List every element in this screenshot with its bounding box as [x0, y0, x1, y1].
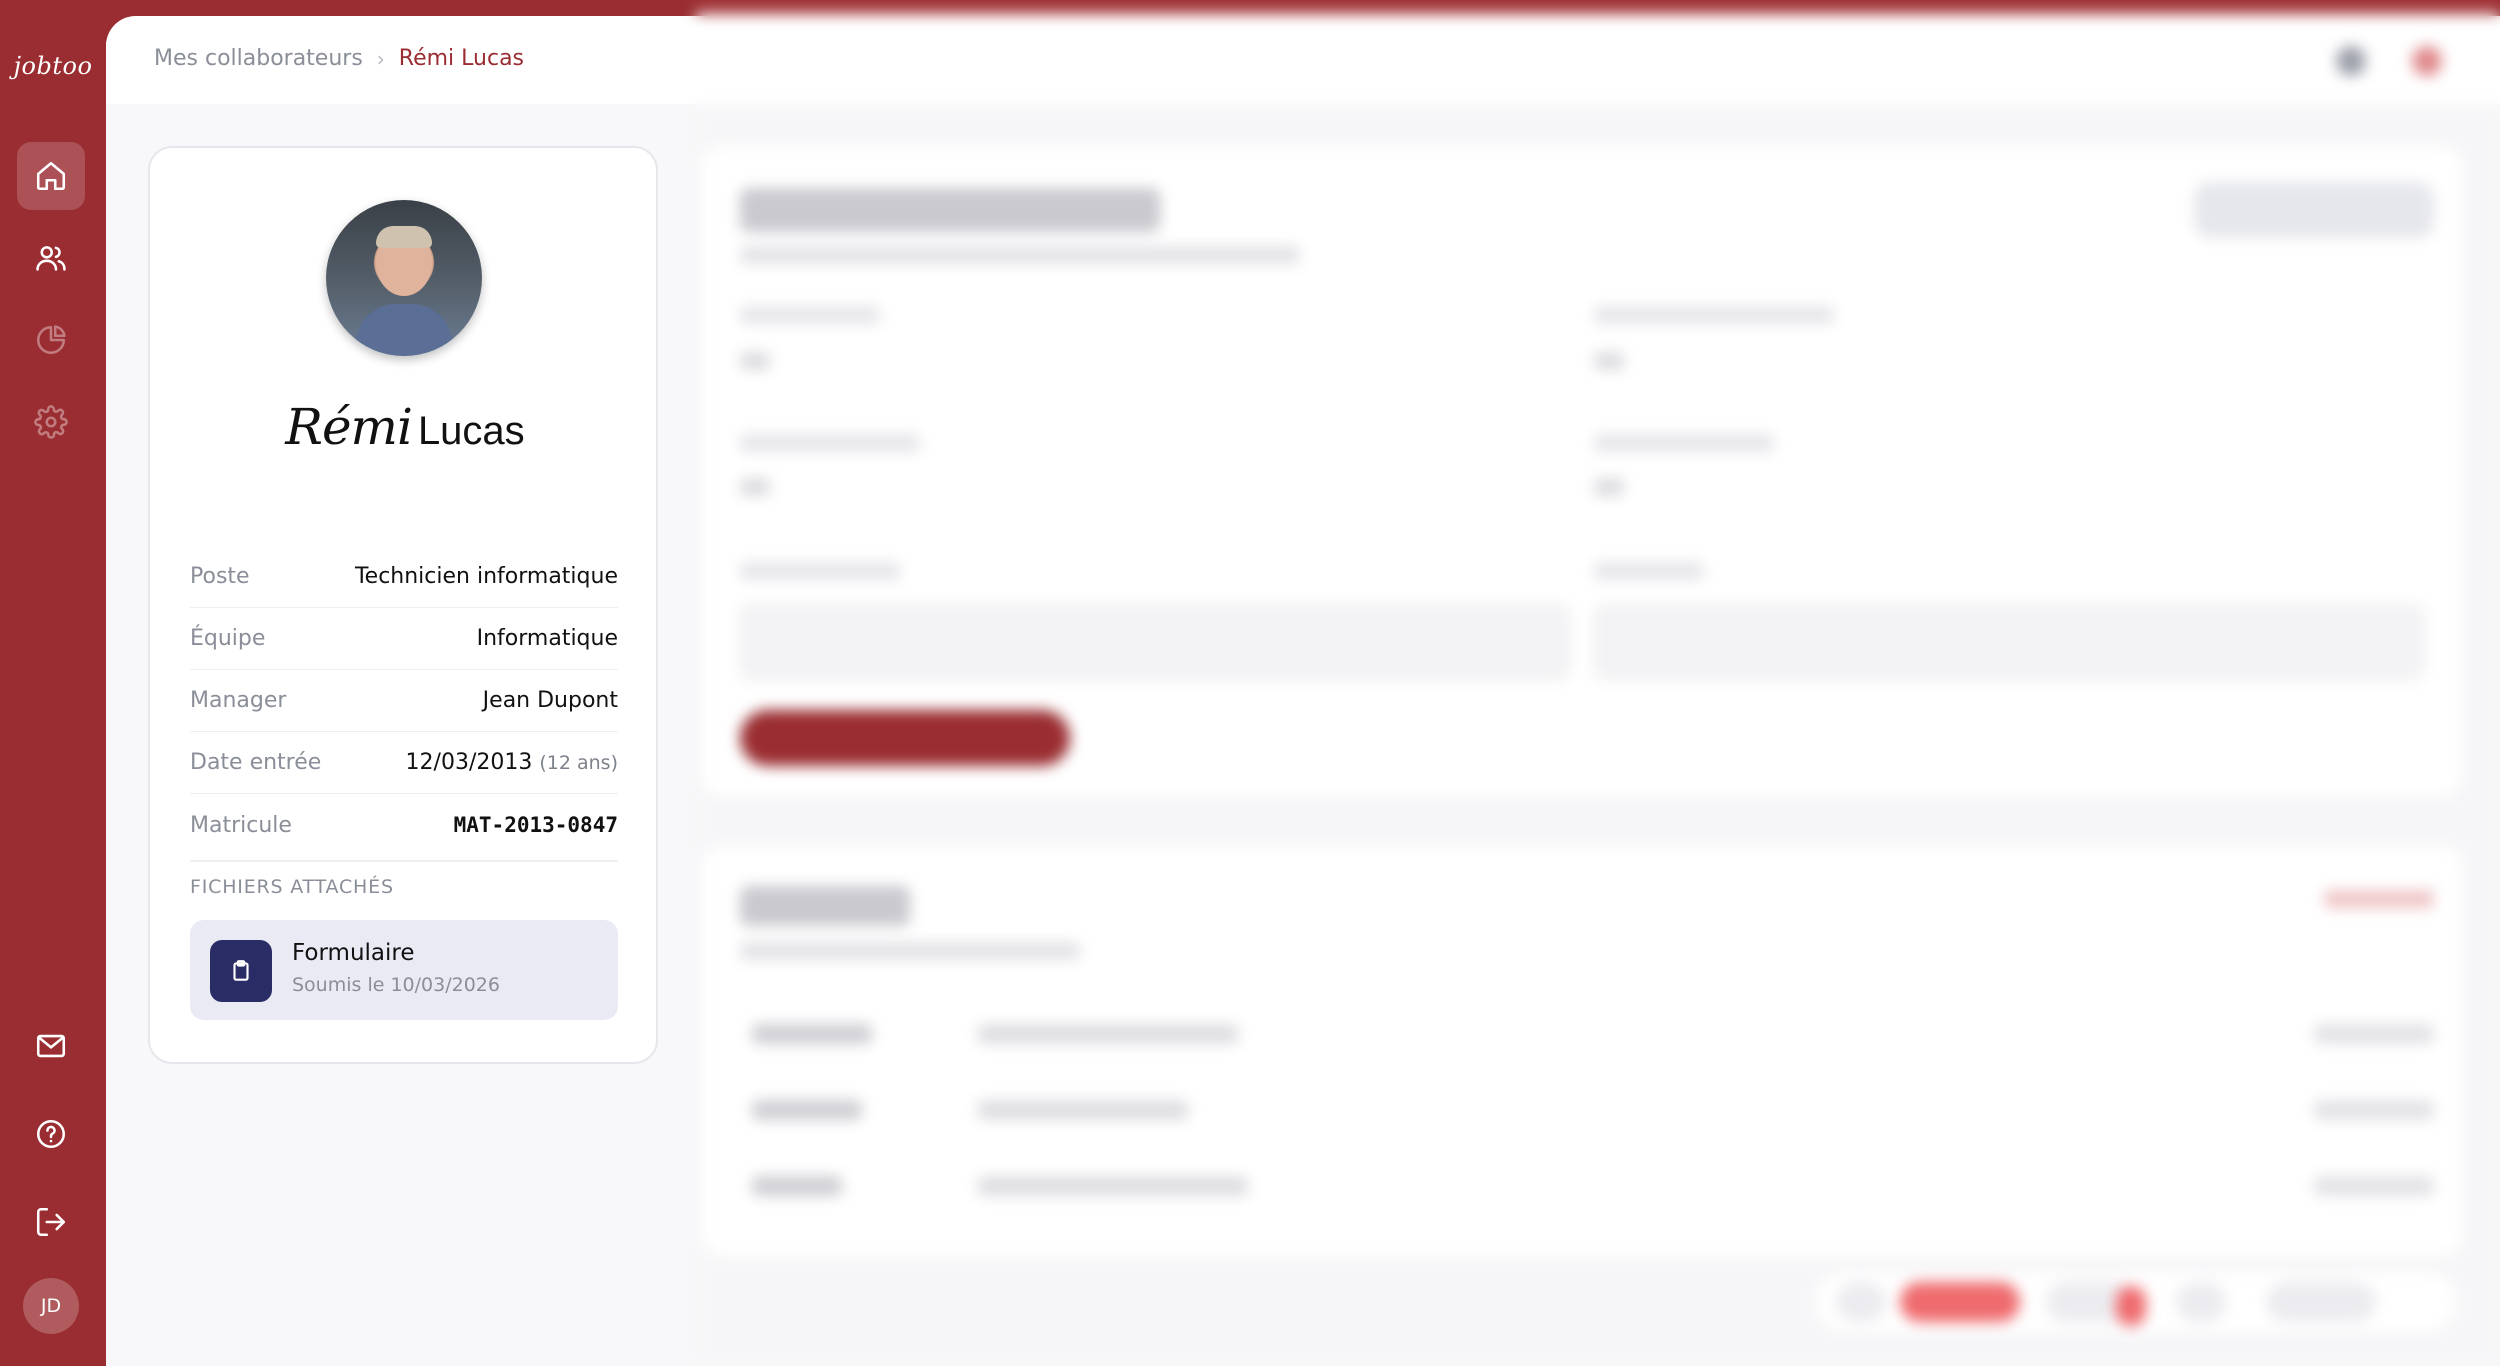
home-icon: [36, 161, 66, 191]
blurred-row-text: [2314, 1100, 2434, 1120]
blurred-value: [1594, 352, 1624, 370]
blurred-label: [740, 562, 900, 580]
file-date: Soumis le 10/03/2026: [292, 974, 500, 996]
app-logo[interactable]: jobtoo: [0, 52, 106, 80]
info-row-manager: Manager Jean Dupont: [190, 670, 618, 732]
blurred-label: [740, 434, 920, 452]
blurred-icon: [2412, 46, 2442, 76]
blurred-subtitle: [740, 246, 1300, 264]
sidebar-item-collaborateurs[interactable]: [17, 224, 85, 292]
blurred-row-text: [978, 1024, 1238, 1044]
info-label: Date entrée: [190, 750, 322, 775]
blurred-input: [740, 604, 1570, 680]
sidebar-item-parametres[interactable]: [17, 388, 85, 456]
profile-photo: [326, 200, 482, 356]
clipboard-icon: [210, 940, 272, 1002]
user-avatar[interactable]: JD: [23, 1278, 79, 1334]
divider: [190, 860, 618, 862]
info-value: MAT-2013-0847: [453, 813, 618, 837]
sidebar-item-deconnexion[interactable]: [17, 1188, 85, 1256]
profile-name: Rémi Lucas: [150, 398, 660, 456]
profile-card: Rémi Lucas Poste Technicien informatique …: [148, 146, 658, 1064]
blurred-title: [740, 886, 910, 926]
info-row-poste: Poste Technicien informatique: [190, 546, 618, 608]
blurred-label: [1594, 306, 1834, 324]
blurred-icon: [2336, 46, 2366, 76]
blurred-row-text: [978, 1100, 1188, 1120]
attached-file-item[interactable]: Formulaire Soumis le 10/03/2026: [190, 920, 618, 1020]
sidebar: jobtoo JD: [0, 0, 106, 1366]
blurred-bottom-bar: [1816, 1272, 2456, 1332]
info-label: Manager: [190, 688, 287, 713]
blurred-label: [1594, 434, 1774, 452]
profile-last-name: Lucas: [417, 409, 525, 453]
help-icon: [36, 1119, 66, 1149]
info-label: Matricule: [190, 812, 292, 838]
blurred-card: [702, 146, 2462, 796]
blurred-row-text: [2314, 1024, 2434, 1044]
mail-icon: [36, 1034, 66, 1058]
seniority-value: (12 ans): [539, 752, 618, 774]
breadcrumb-separator: ›: [376, 46, 385, 71]
profile-info-list: Poste Technicien informatique Équipe Inf…: [190, 546, 618, 856]
blurred-primary-button: [740, 710, 1070, 766]
breadcrumb: Mes collaborateurs › Rémi Lucas: [154, 46, 524, 71]
files-section-title: FICHIERS ATTACHÉS: [190, 876, 394, 898]
info-row-date-entree: Date entrée 12/03/2013 (12 ans): [190, 732, 618, 794]
blurred-label: [740, 306, 880, 324]
blurred-row-text: [978, 1176, 1248, 1196]
profile-first-name: Rémi: [285, 398, 413, 456]
blurred-title: [740, 188, 1160, 232]
file-name: Formulaire: [292, 940, 415, 966]
blurred-card: [702, 846, 2462, 1256]
info-value-date: 12/03/2013 (12 ans): [406, 750, 618, 775]
gear-icon: [34, 405, 68, 439]
users-icon: [36, 246, 66, 271]
blurred-row-text: [752, 1176, 842, 1196]
blurred-value: [1594, 478, 1624, 496]
sidebar-item-home[interactable]: [17, 142, 85, 210]
logout-icon: [36, 1207, 66, 1237]
sidebar-item-messages[interactable]: [17, 1012, 85, 1080]
blurred-input: [1594, 604, 2424, 680]
info-value: Technicien informatique: [354, 564, 618, 589]
info-row-equipe: Équipe Informatique: [190, 608, 618, 670]
date-value: 12/03/2013: [405, 750, 533, 775]
breadcrumb-parent-link[interactable]: Mes collaborateurs: [154, 46, 363, 71]
blurred-label: [1594, 562, 1704, 580]
breadcrumb-current: Rémi Lucas: [398, 46, 525, 71]
blurred-row-text: [752, 1024, 872, 1044]
blurred-value: [740, 478, 770, 496]
blurred-value: [740, 352, 770, 370]
blurred-overlay: [696, 0, 2500, 1366]
blurred-link: [2324, 890, 2434, 908]
info-row-matricule: Matricule MAT-2013-0847: [190, 794, 618, 856]
info-value: Jean Dupont: [482, 688, 618, 713]
blurred-button: [2194, 182, 2434, 238]
blurred-top-bar: [696, 0, 2500, 104]
info-label: Poste: [190, 564, 250, 589]
info-value: Informatique: [476, 626, 618, 651]
sidebar-item-statistiques[interactable]: [17, 306, 85, 374]
blurred-row-text: [2314, 1176, 2434, 1196]
pie-chart-icon: [36, 325, 66, 355]
blurred-subtitle: [740, 942, 1080, 960]
info-label: Équipe: [190, 626, 266, 651]
sidebar-item-aide[interactable]: [17, 1100, 85, 1168]
blurred-row-text: [752, 1100, 862, 1120]
